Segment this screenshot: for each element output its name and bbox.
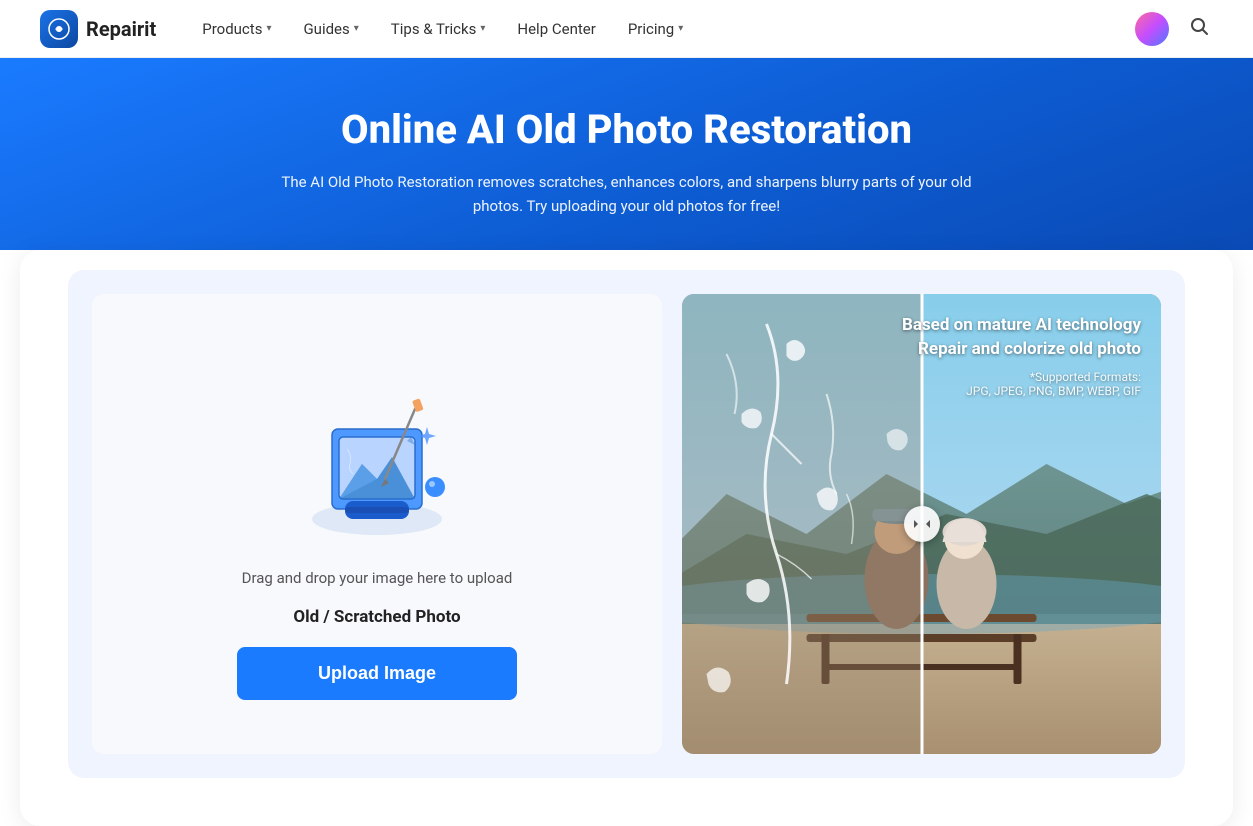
nav-help-label: Help Center [517, 20, 595, 38]
logo-link[interactable]: Repairit [40, 10, 156, 48]
user-avatar[interactable] [1135, 12, 1169, 46]
tips-chevron-icon: ▾ [480, 23, 485, 34]
upload-image-button[interactable]: Upload Image [237, 647, 517, 700]
products-chevron-icon: ▾ [266, 23, 271, 34]
formats-label: *Supported Formats: [1030, 370, 1141, 384]
before-after-container: Based on mature AI technology Repair and… [682, 294, 1161, 754]
nav-pricing-label: Pricing [628, 20, 674, 38]
logo-text: Repairit [86, 17, 156, 41]
nav-item-products[interactable]: Products ▾ [188, 12, 285, 46]
divider-handle[interactable] [904, 506, 940, 542]
guides-chevron-icon: ▾ [354, 23, 359, 34]
nav-item-guides[interactable]: Guides ▾ [289, 12, 372, 46]
info-title-line2: Repair and colorize old photo [902, 338, 1141, 362]
hero-section: Online AI Old Photo Restoration The AI O… [0, 58, 1253, 250]
formats-list: JPG, JPEG, PNG, BMP, WEBP, GIF [966, 384, 1141, 398]
pricing-chevron-icon: ▾ [678, 23, 683, 34]
search-button[interactable] [1185, 12, 1213, 45]
nav-right [1135, 12, 1213, 46]
tool-container: Drag and drop your image here to upload … [68, 270, 1185, 778]
logo-icon [40, 10, 78, 48]
nav-products-label: Products [202, 20, 262, 38]
info-title-line1: Based on mature AI technology [902, 314, 1141, 338]
upload-type-label: Old / Scratched Photo [293, 607, 460, 627]
navbar: Repairit Products ▾ Guides ▾ Tips & Tric… [0, 0, 1253, 58]
hero-subtitle: The AI Old Photo Restoration removes scr… [277, 170, 977, 218]
nav-item-pricing[interactable]: Pricing ▾ [614, 12, 697, 46]
drag-drop-text: Drag and drop your image here to upload [242, 569, 513, 587]
nav-links: Products ▾ Guides ▾ Tips & Tricks ▾ Help… [188, 12, 1135, 46]
preview-panel: Based on mature AI technology Repair and… [682, 294, 1161, 754]
nav-tips-label: Tips & Tricks [391, 20, 477, 38]
tool-card: Drag and drop your image here to upload … [20, 250, 1233, 826]
upload-panel: Drag and drop your image here to upload … [92, 294, 662, 754]
nav-item-help[interactable]: Help Center [503, 12, 609, 46]
hero-title: Online AI Old Photo Restoration [40, 106, 1213, 154]
nav-item-tips[interactable]: Tips & Tricks ▾ [377, 12, 500, 46]
nav-guides-label: Guides [303, 20, 349, 38]
upload-illustration [277, 349, 477, 549]
info-overlay: Based on mature AI technology Repair and… [902, 314, 1141, 398]
